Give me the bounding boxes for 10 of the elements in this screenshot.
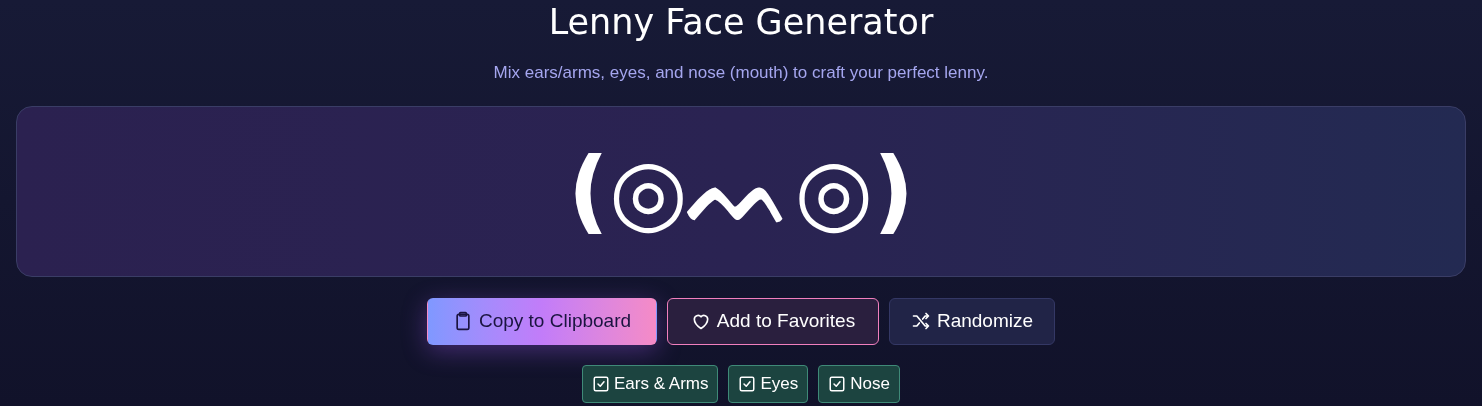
random-button[interactable]: Randomize [889, 297, 1055, 345]
copy-button[interactable]: Copy to Clipboard [427, 297, 657, 345]
lenny-face: (◎ᨓ◎) [567, 146, 915, 236]
shuffle-icon [910, 311, 931, 331]
page-title: Lenny Face Generator [548, 5, 934, 40]
filter-toggle[interactable]: Eyes [728, 364, 809, 403]
favorite-button[interactable]: Add to Favorites [667, 297, 879, 345]
filter-toggle[interactable]: Ears & Arms [582, 364, 719, 403]
filter-toggle[interactable]: Nose [818, 364, 900, 403]
subtitle: Mix ears/arms, eyes, and nose (mouth) to craft your perfect lenny. [493, 62, 989, 84]
